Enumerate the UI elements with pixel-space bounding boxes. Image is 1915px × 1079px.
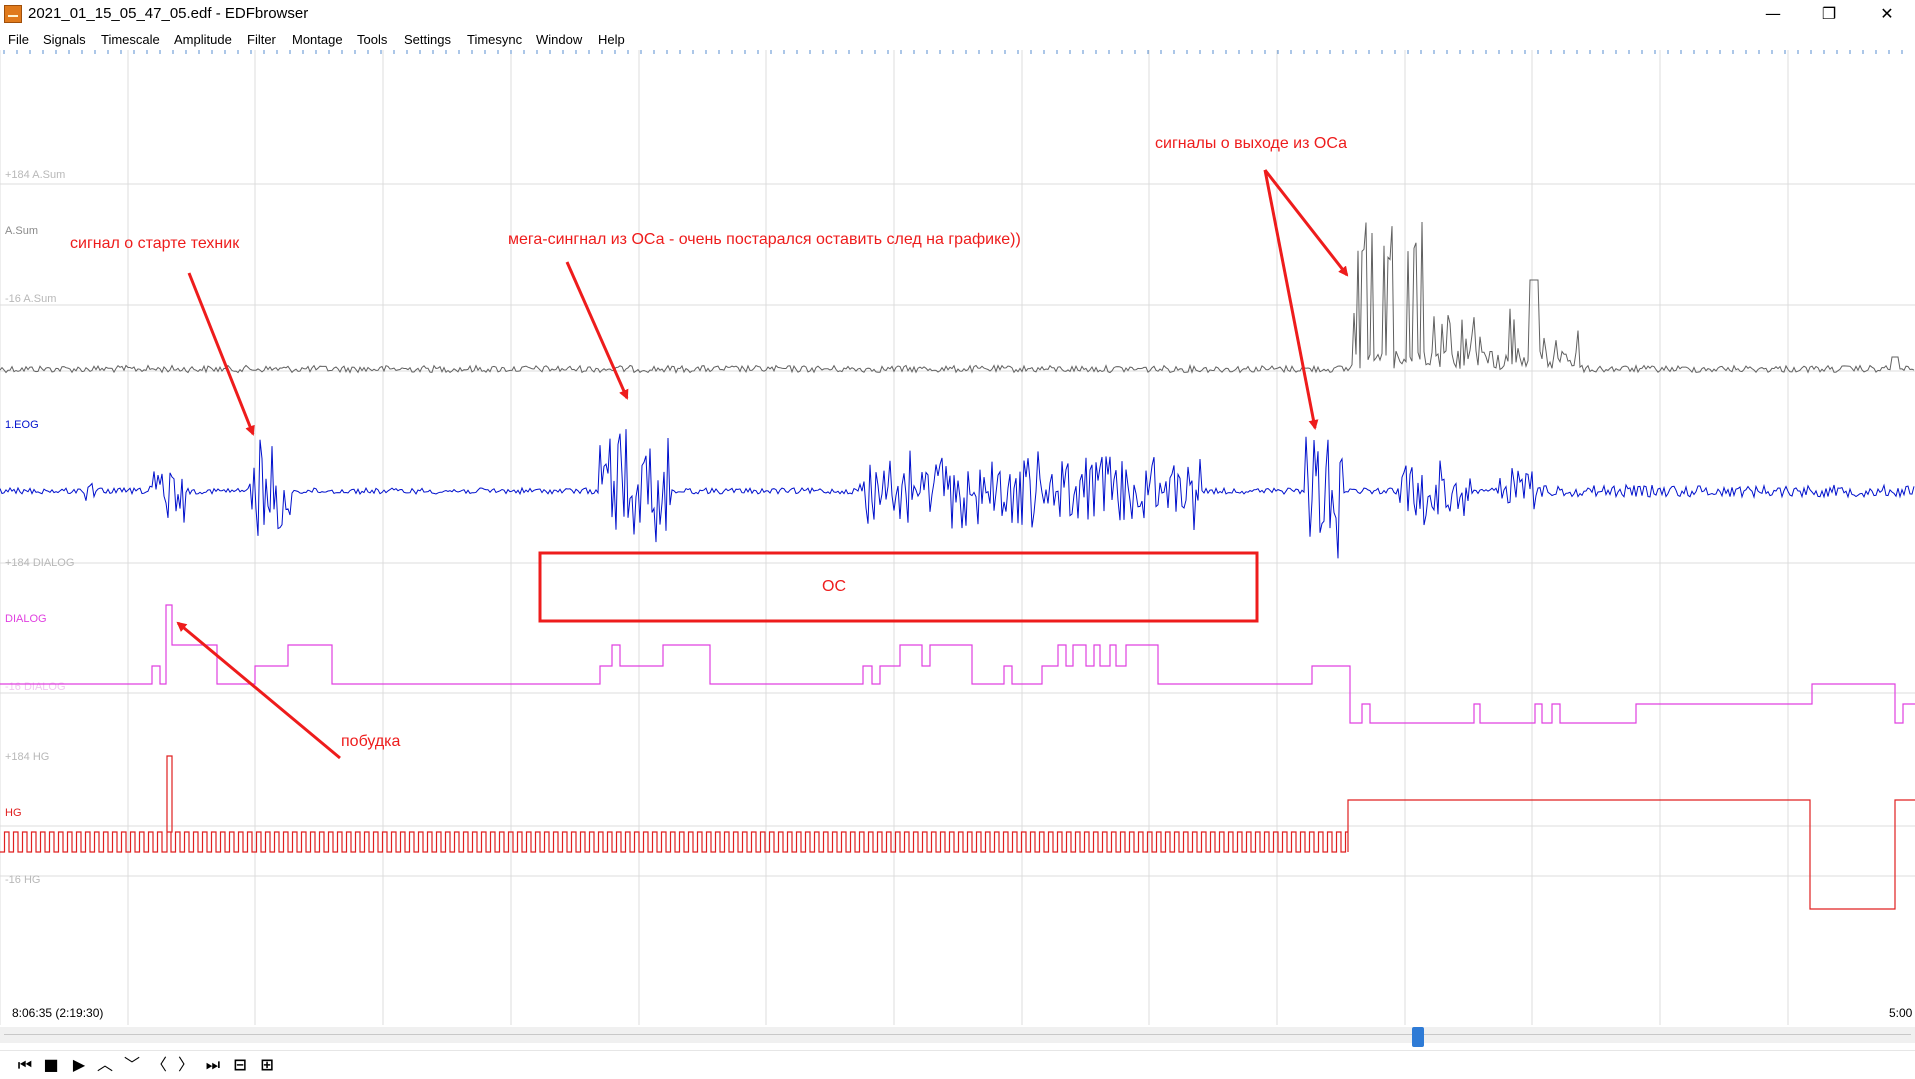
chevron-right-icon[interactable]: 〉 — [175, 1054, 197, 1076]
time-grid — [0, 50, 1915, 1025]
start-time-label: 8:06:35 (2:19:30) — [12, 1006, 104, 1020]
annotations: сигнал о старте техник мега-сингнал из О… — [70, 135, 1349, 760]
menu-amplitude[interactable]: Amplitude — [174, 32, 232, 47]
menu-window[interactable]: Window — [536, 32, 582, 47]
last-page-icon[interactable]: ⏭ — [202, 1054, 224, 1076]
asum-top-label: +184 A.Sum — [5, 169, 65, 181]
end-time-label: 5:00 — [1889, 1006, 1913, 1020]
chevron-up-icon[interactable]: ︿ — [94, 1054, 116, 1076]
zoom-in-icon[interactable]: ⊞ — [256, 1054, 278, 1076]
annotation-mega-signal: мега-сингнал из ОСа - очень постарался о… — [508, 231, 1021, 248]
chevron-down-icon[interactable]: ﹀ — [121, 1054, 143, 1076]
play-icon[interactable]: ▶ — [68, 1054, 90, 1076]
arrow-wakeup — [176, 621, 341, 760]
menu-settings[interactable]: Settings — [404, 32, 451, 47]
eog-label[interactable]: 1.EOG — [5, 419, 39, 431]
eog-trace — [0, 429, 1915, 559]
minimize-button[interactable]: — — [1750, 0, 1796, 28]
annotation-exit-signals: сигналы о выходе из ОСа — [1155, 135, 1347, 152]
maximize-button[interactable]: ❐ — [1806, 0, 1852, 28]
annotation-technique-start: сигнал о старте техник — [70, 235, 240, 252]
menu-filter[interactable]: Filter — [247, 32, 276, 47]
menu-tools[interactable]: Tools — [357, 32, 387, 47]
hg-trace — [0, 755, 1915, 910]
menu-file[interactable]: File — [8, 32, 29, 47]
scrollbar-thumb[interactable] — [1412, 1027, 1424, 1047]
title-bar: 2021_01_15_05_47_05.edf - EDFbrowser — ❐… — [0, 0, 1915, 28]
menu-montage[interactable]: Montage — [292, 32, 343, 47]
hg-top-label: +184 HG — [5, 751, 49, 763]
hg-bottom-label: -16 HG — [5, 874, 40, 886]
dialog-top-label: +184 DIALOG — [5, 557, 74, 569]
signal-canvas[interactable]: +184 A.Sum A.Sum -16 A.Sum 1.EOG +184 DI… — [0, 50, 1915, 1025]
arrow-mega-signal — [565, 261, 629, 400]
asum-bottom-label: -16 A.Sum — [5, 293, 56, 305]
dialog-trace — [0, 604, 1915, 724]
chevron-left-icon[interactable]: 〈 — [148, 1054, 170, 1076]
hg-label[interactable]: HG — [5, 807, 22, 819]
dialog-bottom-label: -16 DIALOG — [5, 681, 66, 693]
menu-timesync[interactable]: Timesync — [467, 32, 522, 47]
annotation-wakeup: побудка — [341, 733, 401, 750]
menu-signals[interactable]: Signals — [43, 32, 86, 47]
arrow-exit-eog — [1263, 169, 1319, 430]
stop-icon[interactable]: ■ — [40, 1054, 62, 1076]
window-title: 2021_01_15_05_47_05.edf - EDFbrowser — [28, 5, 309, 22]
first-page-icon[interactable]: ⏮ — [14, 1054, 36, 1076]
asum-label[interactable]: A.Sum — [5, 225, 38, 237]
time-scrollbar[interactable] — [0, 1027, 1915, 1047]
zoom-out-icon[interactable]: ⊟ — [229, 1054, 251, 1076]
navigation-toolbar: ⏮ ■ ▶ ︿ ﹀ 〈 〉 ⏭ ⊟ ⊞ — [0, 1050, 1915, 1079]
app-icon — [4, 5, 22, 23]
menu-help[interactable]: Help — [598, 32, 625, 47]
close-button[interactable]: ✕ — [1864, 0, 1910, 28]
annotation-os-label: ОС — [822, 578, 846, 595]
dialog-label[interactable]: DIALOG — [5, 613, 47, 625]
menu-timescale[interactable]: Timescale — [101, 32, 160, 47]
menu-bar: File Signals Timescale Amplitude Filter … — [0, 28, 1915, 50]
arrow-technique-start — [187, 272, 255, 436]
